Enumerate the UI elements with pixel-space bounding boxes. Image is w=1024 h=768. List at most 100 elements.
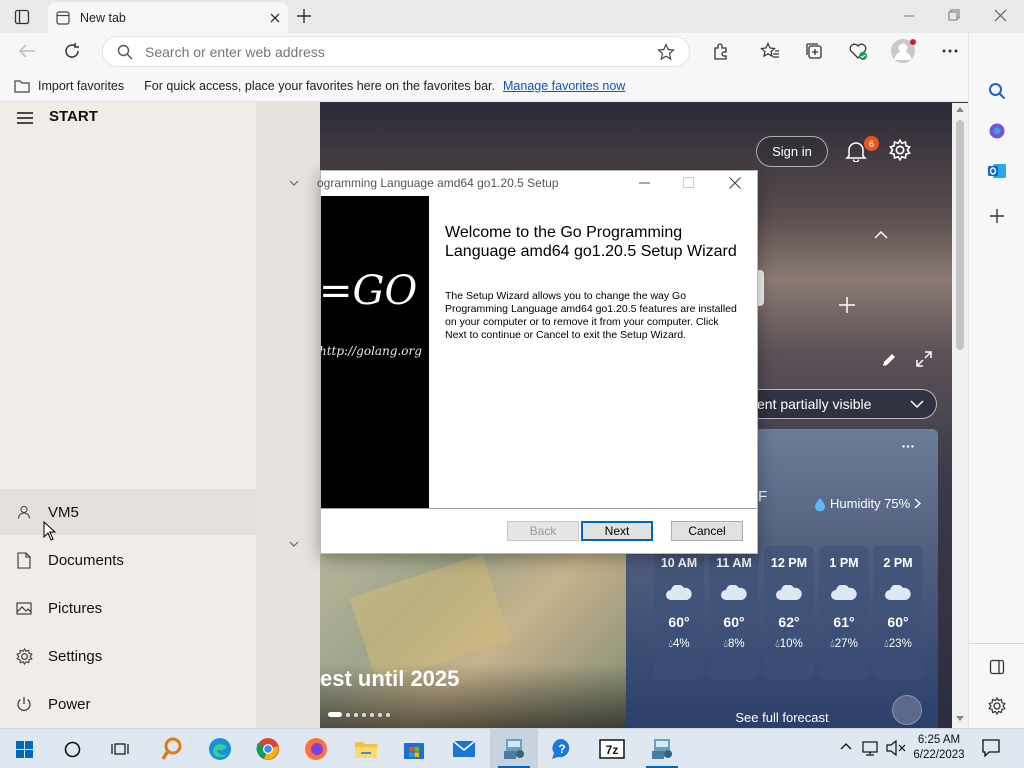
manage-favorites-link[interactable]: Manage favorites now xyxy=(503,79,625,93)
group-chevron-down-icon[interactable] xyxy=(289,180,299,186)
sidebar-outlook-icon[interactable] xyxy=(987,162,1007,180)
hamburger-menu-icon[interactable] xyxy=(17,112,33,124)
favorites-bar: Import favorites For quick access, place… xyxy=(0,70,968,102)
installer-icon[interactable] xyxy=(638,729,686,768)
chrome-icon[interactable] xyxy=(244,729,292,768)
cloud-icon xyxy=(720,585,748,601)
minimize-icon[interactable] xyxy=(903,10,915,22)
edit-layout-icon[interactable] xyxy=(881,352,897,368)
scroll-up-arrow-icon[interactable] xyxy=(956,107,964,112)
file-explorer-icon[interactable] xyxy=(342,729,390,768)
page-scrollbar[interactable] xyxy=(952,103,968,728)
mouse-cursor-icon xyxy=(43,521,56,541)
windows-start-icon[interactable] xyxy=(0,729,48,768)
address-bar[interactable] xyxy=(102,36,690,67)
microsoft-store-icon[interactable] xyxy=(390,729,438,768)
refresh-icon[interactable] xyxy=(63,42,81,60)
page-settings-gear-icon[interactable] xyxy=(889,139,911,161)
back-arrow-icon[interactable] xyxy=(18,43,36,59)
scroll-thumb[interactable] xyxy=(956,120,964,350)
start-item-settings[interactable]: Settings xyxy=(0,633,256,679)
expand-icon[interactable] xyxy=(916,351,932,367)
wizard-heading: Welcome to the Go Programming Language a… xyxy=(445,224,737,260)
weather-more-icon[interactable] xyxy=(902,445,914,448)
setup-installer-icon[interactable] xyxy=(490,729,538,768)
hour-precip: 💧︎23% xyxy=(884,638,912,650)
start-item-label: Settings xyxy=(48,647,103,665)
volume-muted-icon[interactable] xyxy=(886,740,906,756)
dialog-close-icon[interactable] xyxy=(729,177,741,189)
extensions-icon[interactable] xyxy=(712,42,730,60)
task-view-icon[interactable] xyxy=(96,729,144,768)
tab-new-tab[interactable]: New tab xyxy=(48,2,288,33)
sidebar-settings-icon[interactable] xyxy=(988,697,1006,715)
document-icon xyxy=(0,551,48,569)
cancel-button[interactable]: Cancel xyxy=(671,521,743,541)
close-window-icon[interactable] xyxy=(994,9,1007,22)
cloud-icon xyxy=(775,585,803,601)
hide-sidebar-icon[interactable] xyxy=(989,659,1005,675)
news-card[interactable]: est until 2025 xyxy=(320,554,626,728)
carousel-dots[interactable] xyxy=(328,712,390,717)
taskbar: ? 7z 6:25 AM 6/22/2023 xyxy=(0,728,1024,768)
start-item-documents[interactable]: Documents xyxy=(0,537,256,583)
see-full-forecast-link[interactable]: See full forecast xyxy=(626,710,938,725)
search-magnifier-app-icon[interactable] xyxy=(148,729,196,768)
new-tab-plus-icon[interactable] xyxy=(296,8,312,24)
chevron-down-icon xyxy=(910,399,924,409)
user-account-item[interactable]: VM5 xyxy=(0,489,256,535)
start-item-pictures[interactable]: Pictures xyxy=(0,585,256,631)
content-visibility-label: ent partially visible xyxy=(757,396,872,412)
go-logo-text: =GO xyxy=(321,268,418,314)
sidebar-search-icon[interactable] xyxy=(988,82,1006,100)
profile-avatar[interactable] xyxy=(891,39,916,63)
group-chevron-down-icon[interactable] xyxy=(289,541,299,547)
restore-icon[interactable] xyxy=(948,9,961,22)
back-button: Back xyxy=(507,521,579,541)
start-tiles-area xyxy=(256,102,320,728)
firefox-icon[interactable] xyxy=(292,729,340,768)
clock[interactable]: 6:25 AM 6/22/2023 xyxy=(906,733,972,763)
collapse-chevron-up-icon[interactable] xyxy=(874,230,888,239)
quick-assist-icon[interactable]: ? xyxy=(538,729,586,768)
hour-forecast-10am: 10 AM 60° 💧︎4% xyxy=(654,546,704,680)
start-item-power[interactable]: Power xyxy=(0,681,256,727)
tray-overflow-chevron-icon[interactable] xyxy=(840,742,852,750)
collections-icon[interactable] xyxy=(805,42,823,60)
7zip-icon[interactable]: 7z xyxy=(588,729,636,768)
sidebar-add-icon[interactable] xyxy=(989,208,1005,224)
humidity-link[interactable]: Humidity 75% xyxy=(814,496,922,511)
hour-precip: 💧︎8% xyxy=(723,638,745,650)
scroll-down-arrow-icon[interactable] xyxy=(956,716,964,721)
hour-time: 11 AM xyxy=(716,556,752,570)
sidebar-shopping-icon[interactable] xyxy=(988,122,1006,140)
add-quicklink-plus-icon[interactable] xyxy=(838,296,856,314)
network-icon[interactable] xyxy=(862,740,880,756)
sign-in-button[interactable]: Sign in xyxy=(756,136,828,167)
close-tab-icon[interactable] xyxy=(270,13,280,23)
next-button[interactable]: Next xyxy=(581,521,653,541)
edge-icon[interactable] xyxy=(196,729,244,768)
notifications-center-icon[interactable] xyxy=(982,739,1000,757)
favorites-icon[interactable] xyxy=(760,42,780,60)
start-item-label: Pictures xyxy=(48,599,103,617)
user-name: VM5 xyxy=(48,503,79,521)
import-favorites-button[interactable]: Import favorites xyxy=(38,79,124,93)
tab-title: New tab xyxy=(80,10,126,25)
address-input[interactable] xyxy=(145,43,657,60)
notification-badge: 6 xyxy=(864,136,879,151)
favorite-star-icon[interactable] xyxy=(657,42,675,61)
tab-actions-icon[interactable] xyxy=(14,9,30,25)
hour-temp: 60° xyxy=(887,614,909,630)
dialog-minimize-icon[interactable] xyxy=(639,177,650,188)
cloud-icon xyxy=(830,585,858,601)
more-options-icon[interactable] xyxy=(942,49,958,53)
dialog-separator xyxy=(321,508,757,509)
start-item-label: Power xyxy=(48,695,91,713)
browser-essentials-icon[interactable] xyxy=(848,41,868,61)
start-item-label: Documents xyxy=(48,551,124,569)
droplet-icon xyxy=(814,497,826,511)
setup-wizard-dialog: ogramming Language amd64 go1.20.5 Setup … xyxy=(317,170,758,554)
cortana-circle-icon[interactable] xyxy=(48,729,96,768)
mail-icon[interactable] xyxy=(440,729,488,768)
